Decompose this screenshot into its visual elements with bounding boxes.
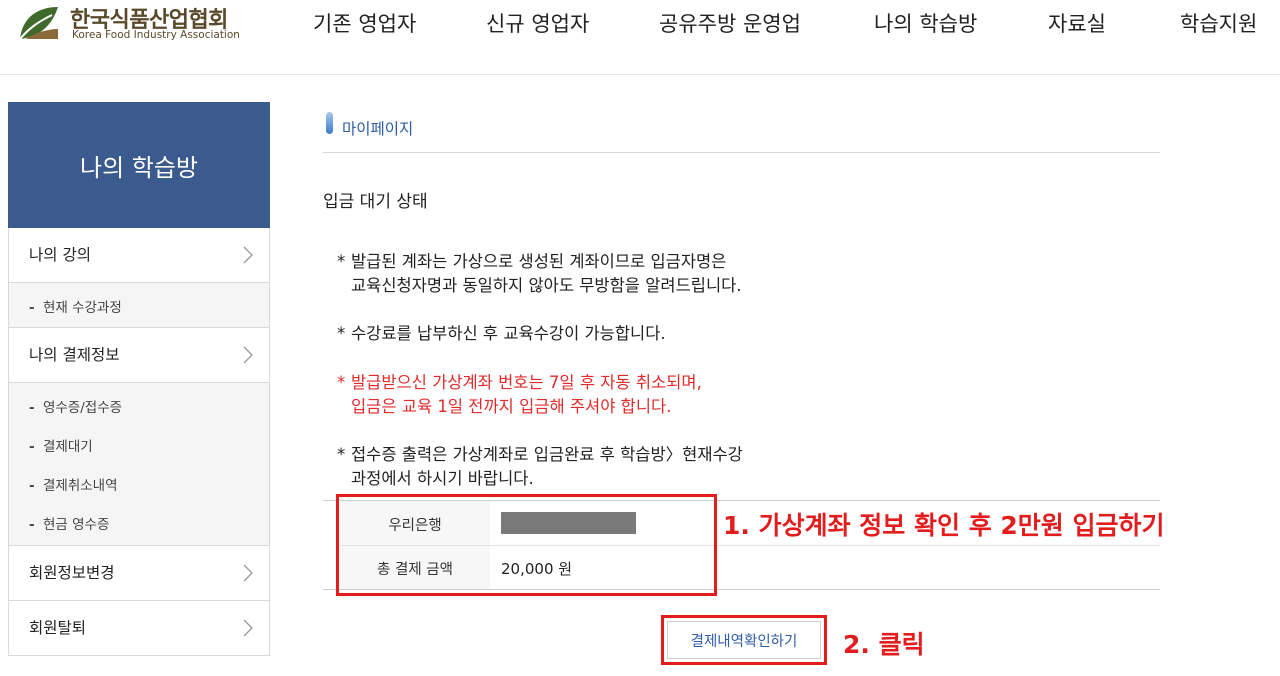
nav-new-business[interactable]: 신규 영업자 [486, 8, 589, 38]
nav-shared-kitchen[interactable]: 공유주방 운영업 [659, 8, 801, 38]
breadcrumb-mypage[interactable]: 마이페이지 [342, 117, 413, 139]
bullet-star: * [337, 373, 346, 392]
sidebar-subitem-label: 결제대기 [43, 439, 93, 455]
logo-english-name: Korea Food Industry Association [72, 29, 240, 41]
bullet-star: * [337, 252, 346, 271]
chevron-right-icon [243, 346, 253, 364]
notice-course-access: * 수강료를 납부하신 후 교육수강이 가능합니다. [337, 322, 666, 346]
notice-receipt-print: * 접수증 출력은 가상계좌로 입금완료 후 학습방〉현재수강 과정에서 하시기 … [337, 443, 743, 491]
notice-line: 수강료를 납부하신 후 교육수강이 가능합니다. [351, 324, 666, 343]
chevron-right-icon [243, 564, 253, 582]
notice-line: 입금은 교육 1일 전까지 입금해 주셔야 합니다. [351, 397, 672, 416]
notice-line: 발급된 계좌는 가상으로 생성된 계좌이므로 입금자명은 [351, 252, 727, 271]
nav-resources[interactable]: 자료실 [1048, 8, 1106, 38]
annotation-step1: 1. 가상계좌 정보 확인 후 2만원 입금하기 [723, 511, 1165, 540]
notice-line: 발급받으신 가상계좌 번호는 7일 후 자동 취소되며, [351, 373, 702, 392]
site-logo[interactable]: 한국식품산업협회 Korea Food Industry Association [18, 2, 268, 46]
notice-line: 교육신청자명과 동일하지 않아도 무방함을 알려드립니다. [351, 276, 742, 295]
notice-line: 과정에서 하시기 바랍니다. [351, 469, 534, 488]
sidebar-subitem-label: 영수증/접수증 [43, 400, 123, 416]
sidebar-subitem-cancelled-payments[interactable]: - 결제취소내역 [29, 474, 118, 494]
sidebar-title: 나의 학습방 [8, 102, 270, 228]
nav-existing-business[interactable]: 기존 영업자 [313, 8, 416, 38]
annotation-box-confirm-button [661, 615, 827, 665]
sidebar-item-my-payment[interactable]: 나의 결제정보 [9, 328, 269, 383]
annotation-box-account-info [336, 494, 717, 596]
sidebar-subitem-cash-receipt[interactable]: - 현금 영수증 [29, 513, 109, 533]
divider [323, 152, 1160, 153]
notice-virtual-account: * 발급된 계좌는 가상으로 생성된 계좌이므로 입금자명은 교육신청자명과 동일… [337, 250, 742, 298]
sidebar-subitem-label: 현재 수강과정 [43, 300, 122, 316]
sidebar-subitem-pending-payment[interactable]: - 결제대기 [29, 435, 93, 455]
chevron-right-icon [243, 246, 253, 264]
notice-line: 접수증 출력은 가상계좌로 입금완료 후 학습방〉현재수강 [351, 445, 743, 464]
sidebar-item-my-courses[interactable]: 나의 강의 [9, 228, 269, 283]
bullet-star: * [337, 324, 346, 343]
sidebar-subitem-label: 현금 영수증 [43, 517, 110, 533]
sidebar-item-withdraw[interactable]: 회원탈퇴 [9, 601, 269, 656]
page-title: 입금 대기 상태 [323, 192, 428, 212]
sidebar-menu: 나의 강의 - 현재 수강과정 나의 결제정보 - 영수증/접수증 - 결제대기 -결… [8, 228, 270, 656]
sidebar-item-label: 회원정보변경 [29, 564, 115, 582]
sidebar-item-label: 회원탈퇴 [29, 619, 87, 637]
sidebar-submenu-courses: - 현재 수강과정 [9, 283, 269, 328]
sidebar-item-label: 나의 강의 [29, 246, 91, 264]
annotation-step2: 2. 클릭 [843, 630, 925, 659]
sidebar-item-edit-profile[interactable]: 회원정보변경 [9, 546, 269, 601]
chevron-right-icon [243, 619, 253, 637]
site-header: 한국식품산업협회 Korea Food Industry Association… [0, 0, 1280, 75]
sidebar-subitem-label: 결제취소내역 [43, 478, 118, 494]
sidebar-subitem-receipt[interactable]: - 영수증/접수증 [29, 396, 122, 416]
sidebar-submenu-payment: - 영수증/접수증 - 결제대기 - 결제취소내역 - 현금 영수증 [9, 383, 269, 546]
nav-learning-support[interactable]: 학습지원 [1180, 8, 1257, 38]
nav-my-learning-room[interactable]: 나의 학습방 [874, 8, 977, 38]
sidebar-item-label: 나의 결제정보 [29, 346, 120, 364]
logo-mark-icon [19, 7, 58, 40]
breadcrumb-marker-icon [326, 112, 333, 134]
sidebar-subitem-current-course[interactable]: - 현재 수강과정 [29, 296, 122, 316]
bullet-star: * [337, 445, 346, 464]
notice-auto-cancel: * 발급받으신 가상계좌 번호는 7일 후 자동 취소되며, 입금은 교육 1일 … [337, 371, 702, 419]
